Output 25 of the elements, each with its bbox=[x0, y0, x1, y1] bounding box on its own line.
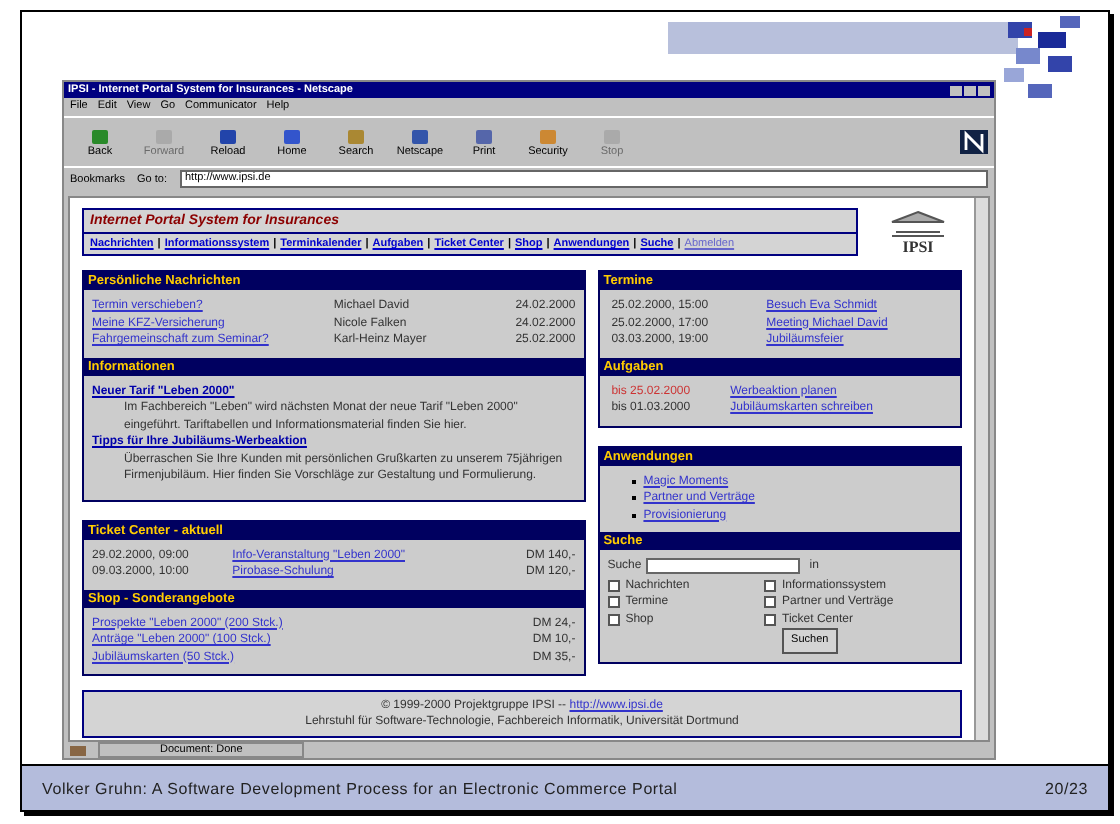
square-icon bbox=[410, 127, 430, 145]
square-icon bbox=[538, 127, 558, 145]
bullet-icon bbox=[631, 513, 636, 518]
checkbox[interactable] bbox=[764, 613, 777, 626]
square-icon bbox=[282, 127, 302, 145]
checkbox[interactable] bbox=[607, 613, 620, 626]
bullet-icon bbox=[631, 479, 636, 484]
n-logo-icon bbox=[960, 130, 988, 154]
scrollbar[interactable] bbox=[974, 198, 988, 740]
square-icon bbox=[474, 127, 494, 145]
square-icon bbox=[218, 127, 238, 145]
bullet-icon bbox=[631, 496, 636, 501]
square-icon bbox=[346, 127, 366, 145]
checkbox[interactable] bbox=[607, 579, 620, 592]
page-number: 20/23 bbox=[1044, 779, 1088, 797]
slide-title: Volker Gruhn: A Software Development Process for an Electronic Commerce Portal bbox=[42, 779, 678, 797]
square-icon bbox=[90, 127, 110, 145]
minimize-icon[interactable] bbox=[950, 85, 962, 95]
checkbox[interactable] bbox=[607, 596, 620, 609]
checkbox[interactable] bbox=[764, 579, 777, 592]
maximize-icon[interactable] bbox=[964, 85, 976, 95]
ipsi-logo: IPSI bbox=[874, 209, 962, 255]
checkbox[interactable] bbox=[764, 596, 777, 609]
close-icon[interactable] bbox=[978, 85, 990, 95]
search-field[interactable] bbox=[645, 558, 800, 575]
